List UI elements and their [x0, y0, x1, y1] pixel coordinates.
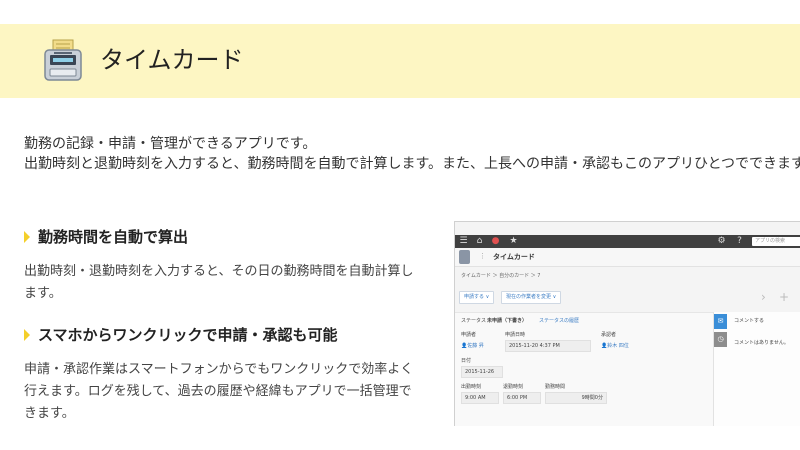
apply-button: 申請する ∨ [459, 291, 495, 304]
app-icon [459, 250, 470, 264]
more-icon: ⋮ [479, 252, 486, 260]
screenshot-record-form: ステータス 未申請（下書き） ステータスの履歴 申請者 👤佐藤 昇 申請日時 2… [455, 312, 713, 426]
approver-label: 承認者 [601, 332, 617, 338]
feature-heading-auto-calc: 勤務時間を自動で算出 [24, 226, 188, 248]
feature-body-auto-calc: 出勤時刻・退勤時刻を入力すると、その日の勤務時間を自動計算します。 [24, 264, 414, 301]
heading-marker-icon [24, 329, 30, 341]
applicant-name: 佐藤 昇 [467, 343, 484, 349]
clock-in-label: 出勤時刻 [461, 384, 482, 390]
comment-prompt: コメントする [734, 318, 765, 324]
screenshot-topbar: ☰ ⌂ ● ★ ⚙ ? アプリの検索 [455, 235, 800, 248]
intro-line-2: 出勤時刻と退勤時刻を入力すると、勤務時間を自動で計算します。また、上長への申請・… [24, 156, 800, 172]
gear-icon: ⚙ [717, 236, 726, 246]
screenshot-comment-panel: ✉ ◷ コメントする コメントはありません。 [713, 312, 800, 426]
applicant-value: 👤佐藤 昇 [461, 343, 484, 349]
clock-out-label: 退勤時刻 [503, 384, 524, 390]
approver-name: 鈴木 四位 [607, 343, 629, 349]
intro-line-1: 勤務の記録・申請・管理ができるアプリです。 [24, 136, 317, 152]
status-label: ステータス [461, 318, 487, 324]
apply-button-label: 申請する [464, 294, 485, 300]
app-screenshot: ☰ ⌂ ● ★ ⚙ ? アプリの検索 ⋮ タイムカード タイムカード ＞ 自分の… [454, 221, 800, 426]
notification-bell-icon: ● [491, 236, 500, 246]
change-assignee-button: 現在の作業者を変更 ∨ [501, 291, 562, 304]
date-label: 日付 [461, 358, 472, 364]
applicant-label: 申請者 [461, 332, 477, 338]
status-value: 未申請（下書き） [487, 318, 528, 324]
screenshot-app-bar: ⋮ タイムカード [455, 248, 800, 267]
work-time-field: 9時間0分 [545, 392, 607, 404]
help-icon: ? [737, 236, 742, 246]
screenshot-breadcrumb: タイムカード ＞ 自分のカード ＞ 7 [461, 273, 541, 279]
page-header: タイムカード [0, 24, 800, 98]
page-title: タイムカード [100, 46, 244, 74]
screenshot-app-title: タイムカード [493, 253, 535, 261]
comment-tab-icon: ✉ [714, 314, 727, 329]
search-input: アプリの検索 [752, 237, 800, 246]
add-record-icon: + [779, 290, 790, 304]
change-assignee-label: 現在の作業者を変更 [506, 294, 552, 300]
home-icon: ⌂ [476, 236, 483, 246]
feature-heading-text: スマホからワンクリックで申請・承認も可能 [38, 326, 338, 344]
menu-icon: ☰ [459, 236, 468, 246]
heading-marker-icon [24, 231, 30, 243]
star-icon: ★ [509, 236, 518, 246]
feature-heading-mobile: スマホからワンクリックで申請・承認も可能 [24, 324, 338, 346]
clock-in-field: 9:00 AM [461, 392, 499, 404]
clock-out-field: 6:00 PM [503, 392, 541, 404]
intro-text: 勤務の記録・申請・管理ができるアプリです。 出勤時刻と退勤時刻を入力すると、勤務… [24, 134, 800, 174]
date-field: 2015-11-26 [461, 366, 503, 378]
history-tab-icon: ◷ [714, 332, 727, 347]
date-time-label: 申請日時 [505, 332, 526, 338]
work-time-label: 勤務時間 [545, 384, 566, 390]
feature-heading-text: 勤務時間を自動で算出 [38, 228, 189, 246]
date-time-field: 2015-11-20 4:37 PM [505, 340, 591, 352]
next-record-icon: › [761, 290, 766, 304]
time-card-machine-icon [44, 39, 82, 81]
approver-value: 👤鈴木 四位 [601, 343, 629, 349]
screenshot-toolbar: 申請する ∨ 現在の作業者を変更 ∨ › + [455, 287, 800, 309]
feature-body-mobile: 申請・承認作業はスマートフォンからでもワンクリックで効率よく行えます。ログを残し… [24, 362, 414, 421]
status-history-link: ステータスの履歴 [539, 318, 580, 324]
no-comments-text: コメントはありません。 [734, 340, 789, 346]
